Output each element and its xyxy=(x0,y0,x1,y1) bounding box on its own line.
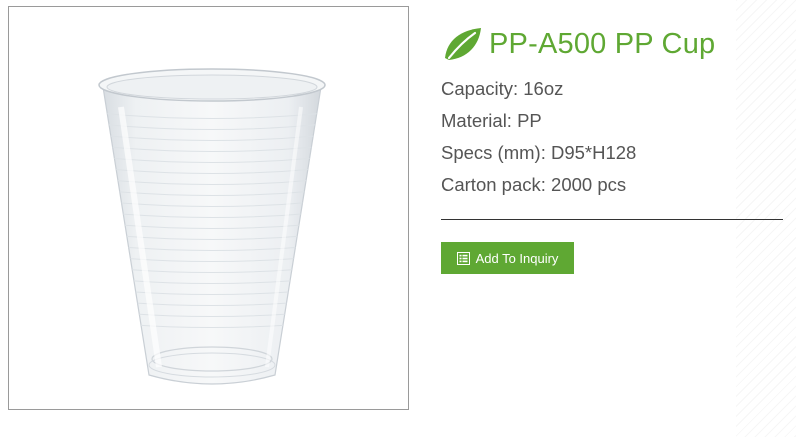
spec-dimensions: Specs (mm): D95*H128 xyxy=(441,142,637,163)
spec-carton-pack: Carton pack: 2000 pcs xyxy=(441,174,627,195)
product-detail-page: PP-A500 PP Cup Capacity: 16oz Material: … xyxy=(0,0,796,437)
product-title: PP-A500 PP Cup xyxy=(489,27,716,60)
product-image-frame xyxy=(8,6,409,410)
product-specs: Capacity: 16oz Material: PP Specs (mm): … xyxy=(441,76,781,204)
add-to-inquiry-button[interactable]: Add To Inquiry xyxy=(441,242,574,274)
add-to-inquiry-label: Add To Inquiry xyxy=(475,250,559,266)
leaf-icon xyxy=(445,28,481,60)
spec-material: Material: PP xyxy=(441,110,542,131)
product-title-row: PP-A500 PP Cup xyxy=(441,22,715,66)
divider xyxy=(441,219,783,220)
spec-capacity: Capacity: 16oz xyxy=(441,78,564,99)
list-icon xyxy=(456,251,470,265)
product-image[interactable] xyxy=(9,7,409,410)
